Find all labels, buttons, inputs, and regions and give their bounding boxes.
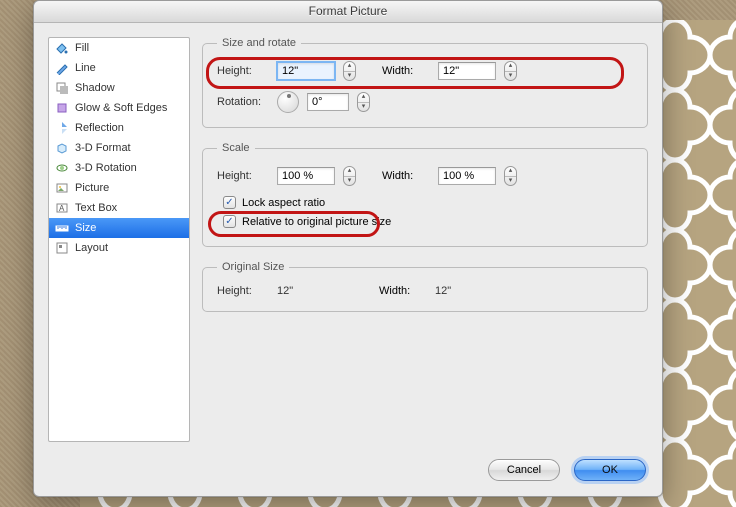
category-sidebar: Fill Line Shadow Glow & Soft Edges Refle…: [48, 37, 190, 442]
chevron-up-icon: ▴: [344, 62, 355, 72]
chevron-up-icon: ▴: [358, 93, 369, 103]
sidebar-item-fill[interactable]: Fill: [49, 38, 189, 58]
scale-group: Scale Height: ▴▾ Width: ▴▾ ✓ Lock aspect…: [202, 142, 648, 247]
sidebar-item-3d-rotation[interactable]: 3-D Rotation: [49, 158, 189, 178]
size-panel: Size and rotate Height: ▴▾ Width: ▴▾ Rot…: [202, 37, 648, 442]
rotation-stepper[interactable]: ▴▾: [357, 92, 370, 112]
chevron-down-icon: ▾: [358, 103, 369, 112]
paint-bucket-icon: [55, 41, 69, 55]
reflection-icon: [55, 121, 69, 135]
group-legend: Original Size: [217, 261, 289, 273]
cancel-button[interactable]: Cancel: [488, 459, 560, 481]
original-size-group: Original Size Height: 12" Width: 12": [202, 261, 648, 312]
layout-icon: [55, 241, 69, 255]
size-and-rotate-group: Size and rotate Height: ▴▾ Width: ▴▾ Rot…: [202, 37, 648, 128]
sidebar-item-label: Line: [75, 62, 96, 74]
cube-icon: [55, 141, 69, 155]
glow-icon: [55, 101, 69, 115]
scale-width-input[interactable]: [438, 167, 496, 185]
checkbox-icon: ✓: [223, 215, 236, 228]
format-picture-dialog: Format Picture Fill Line Shadow Glow & S…: [33, 0, 663, 497]
rotate-3d-icon: [55, 161, 69, 175]
sidebar-item-line[interactable]: Line: [49, 58, 189, 78]
sidebar-item-layout[interactable]: Layout: [49, 238, 189, 258]
textbox-icon: A: [55, 201, 69, 215]
sidebar-item-3d-format[interactable]: 3-D Format: [49, 138, 189, 158]
sidebar-item-label: Text Box: [75, 202, 117, 214]
scale-height-label: Height:: [217, 170, 269, 182]
chevron-down-icon: ▾: [505, 177, 516, 186]
sidebar-item-label: Fill: [75, 42, 89, 54]
chevron-down-icon: ▾: [505, 72, 516, 81]
sidebar-item-label: Picture: [75, 182, 109, 194]
scale-height-stepper[interactable]: ▴▾: [343, 166, 356, 186]
shadow-icon: [55, 81, 69, 95]
sidebar-item-shadow[interactable]: Shadow: [49, 78, 189, 98]
chevron-up-icon: ▴: [505, 62, 516, 72]
dialog-footer: Cancel OK: [34, 450, 662, 496]
sidebar-item-picture[interactable]: Picture: [49, 178, 189, 198]
picture-icon: [55, 181, 69, 195]
ok-button[interactable]: OK: [574, 459, 646, 481]
sidebar-item-label: 3-D Rotation: [75, 162, 137, 174]
height-input[interactable]: [277, 62, 335, 80]
rotation-dial[interactable]: [277, 91, 299, 113]
chevron-up-icon: ▴: [344, 167, 355, 177]
orig-height-label: Height:: [217, 285, 269, 297]
sidebar-item-label: 3-D Format: [75, 142, 131, 154]
rotation-label: Rotation:: [217, 96, 269, 108]
orig-width-value: 12": [435, 285, 451, 297]
checkbox-icon: ✓: [223, 196, 236, 209]
orig-width-label: Width:: [379, 285, 427, 297]
height-label: Height:: [217, 65, 269, 77]
orig-height-value: 12": [277, 285, 335, 297]
sidebar-item-text-box[interactable]: A Text Box: [49, 198, 189, 218]
chevron-up-icon: ▴: [505, 167, 516, 177]
scale-width-stepper[interactable]: ▴▾: [504, 166, 517, 186]
sidebar-item-label: Size: [75, 222, 96, 234]
scale-width-label: Width:: [382, 170, 430, 182]
sidebar-item-label: Glow & Soft Edges: [75, 102, 167, 114]
chevron-down-icon: ▾: [344, 72, 355, 81]
pen-icon: [55, 61, 69, 75]
sidebar-item-glow[interactable]: Glow & Soft Edges: [49, 98, 189, 118]
width-label: Width:: [382, 65, 430, 77]
width-input[interactable]: [438, 62, 496, 80]
svg-text:A: A: [59, 204, 65, 213]
group-legend: Size and rotate: [217, 37, 301, 49]
sidebar-item-label: Layout: [75, 242, 108, 254]
height-stepper[interactable]: ▴▾: [343, 61, 356, 81]
lock-aspect-ratio-checkbox[interactable]: ✓ Lock aspect ratio: [223, 196, 633, 209]
rotation-input[interactable]: [307, 93, 349, 111]
checkbox-label: Lock aspect ratio: [242, 197, 325, 209]
sidebar-item-reflection[interactable]: Reflection: [49, 118, 189, 138]
sidebar-item-size[interactable]: Size: [49, 218, 189, 238]
dialog-title: Format Picture: [34, 1, 662, 23]
width-stepper[interactable]: ▴▾: [504, 61, 517, 81]
sidebar-item-label: Shadow: [75, 82, 115, 94]
chevron-down-icon: ▾: [344, 177, 355, 186]
relative-to-original-checkbox[interactable]: ✓ Relative to original picture size: [223, 215, 633, 228]
checkbox-label: Relative to original picture size: [242, 216, 391, 228]
group-legend: Scale: [217, 142, 255, 154]
ruler-icon: [55, 221, 69, 235]
scale-height-input[interactable]: [277, 167, 335, 185]
sidebar-item-label: Reflection: [75, 122, 124, 134]
